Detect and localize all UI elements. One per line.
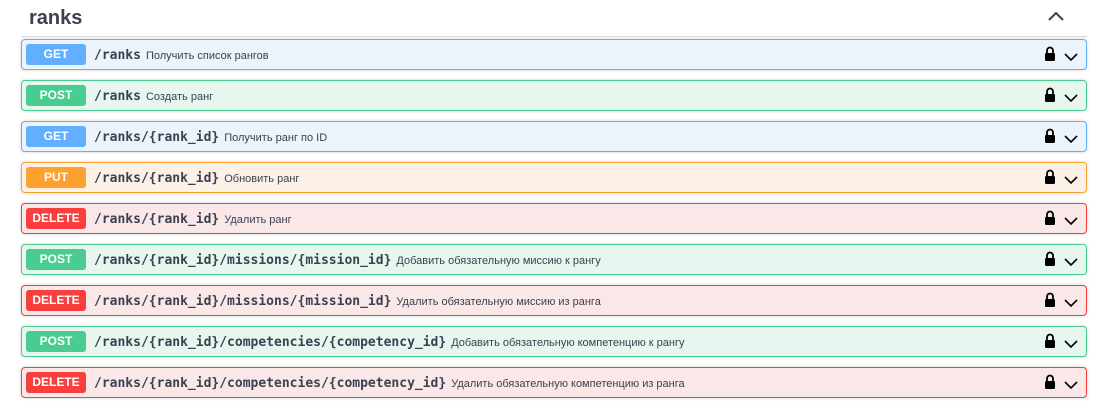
operation-summary: Получить список рангов xyxy=(145,50,269,62)
operation-path: /ranks/{rank_id}/missions/{mission_id} До… xyxy=(94,249,601,271)
path-text: /ranks xyxy=(94,89,141,104)
chevron-down-icon[interactable] xyxy=(1064,213,1078,226)
operation-path: /ranks/{rank_id}/competencies/{competenc… xyxy=(94,331,685,353)
operation-path: /ranks/{rank_id} Получить ранг по ID xyxy=(94,126,327,148)
lock-icon[interactable] xyxy=(1044,333,1056,349)
operation-summary: Добавить обязательную миссию к рангу xyxy=(396,255,601,267)
chevron-down-icon[interactable] xyxy=(1064,377,1078,390)
lock-icon[interactable] xyxy=(1044,374,1056,390)
method-badge: POST xyxy=(26,331,86,352)
operation-summary: Получить ранг по ID xyxy=(224,132,328,144)
lock-icon[interactable] xyxy=(1044,251,1056,267)
operation-path: /ranks/{rank_id}/competencies/{competenc… xyxy=(94,372,685,394)
operations-list: GET /ranks Получить список рангов POST /r… xyxy=(21,39,1087,408)
operation-summary: Добавить обязательную компетенцию к ранг… xyxy=(451,337,685,349)
lock-icon[interactable] xyxy=(1044,169,1056,185)
method-badge: DELETE xyxy=(26,208,86,229)
chevron-down-icon[interactable] xyxy=(1064,336,1078,349)
method-badge: PUT xyxy=(26,167,86,188)
method-badge: POST xyxy=(26,249,86,270)
operation-row[interactable]: PUT /ranks/{rank_id} Обновить ранг xyxy=(21,162,1087,193)
method-badge: DELETE xyxy=(26,372,86,393)
operation-summary: Создать ранг xyxy=(145,91,214,103)
method-badge: GET xyxy=(26,126,86,147)
section-title: ranks xyxy=(29,7,83,29)
lock-icon[interactable] xyxy=(1044,87,1056,103)
chevron-down-icon[interactable] xyxy=(1064,131,1078,144)
chevron-down-icon[interactable] xyxy=(1064,172,1078,185)
operation-path: /ranks/{rank_id} Удалить ранг xyxy=(94,208,292,230)
operation-summary: Удалить обязательную миссию из ранга xyxy=(396,296,601,308)
section-header[interactable]: ranks xyxy=(21,0,1087,37)
operation-path: /ranks Создать ранг xyxy=(94,85,213,107)
operation-path: /ranks/{rank_id}/missions/{mission_id} Уд… xyxy=(94,290,601,312)
lock-icon[interactable] xyxy=(1044,292,1056,308)
operation-row[interactable]: GET /ranks Получить список рангов xyxy=(21,39,1087,70)
operation-row[interactable]: DELETE /ranks/{rank_id}/competencies/{co… xyxy=(21,367,1087,398)
operation-row[interactable]: POST /ranks/{rank_id}/missions/{mission_… xyxy=(21,244,1087,275)
lock-icon[interactable] xyxy=(1044,46,1056,62)
method-badge: GET xyxy=(26,44,86,65)
lock-icon[interactable] xyxy=(1044,128,1056,144)
path-text: /ranks/{rank_id} xyxy=(94,212,220,227)
ranks-section: ranks GET /ranks Получить список рангов P… xyxy=(0,0,1107,413)
path-text: /ranks/{rank_id}/missions/{mission_id} xyxy=(94,253,392,268)
operation-row[interactable]: POST /ranks Создать ранг xyxy=(21,80,1087,111)
operation-summary: Удалить обязательную компетенцию из ранг… xyxy=(451,378,685,390)
method-badge: POST xyxy=(26,85,86,106)
chevron-down-icon[interactable] xyxy=(1064,295,1078,308)
path-text: /ranks/{rank_id}/competencies/{competenc… xyxy=(94,376,447,391)
operation-path: /ranks/{rank_id} Обновить ранг xyxy=(94,167,299,189)
chevron-down-icon[interactable] xyxy=(1064,49,1078,62)
operation-row[interactable]: DELETE /ranks/{rank_id} Удалить ранг xyxy=(21,203,1087,234)
operation-summary: Удалить ранг xyxy=(224,214,292,226)
lock-icon[interactable] xyxy=(1044,210,1056,226)
method-badge: DELETE xyxy=(26,290,86,311)
chevron-up-icon[interactable] xyxy=(1045,8,1067,26)
path-text: /ranks/{rank_id}/missions/{mission_id} xyxy=(94,294,392,309)
operation-path: /ranks Получить список рангов xyxy=(94,44,269,66)
operation-row[interactable]: GET /ranks/{rank_id} Получить ранг по ID xyxy=(21,121,1087,152)
path-text: /ranks/{rank_id} xyxy=(94,130,220,145)
operation-row[interactable]: DELETE /ranks/{rank_id}/missions/{missio… xyxy=(21,285,1087,316)
operation-row[interactable]: POST /ranks/{rank_id}/competencies/{comp… xyxy=(21,326,1087,357)
path-text: /ranks/{rank_id}/competencies/{competenc… xyxy=(94,335,447,350)
path-text: /ranks/{rank_id} xyxy=(94,171,220,186)
path-text: /ranks xyxy=(94,48,141,63)
operation-summary: Обновить ранг xyxy=(224,173,300,185)
chevron-down-icon[interactable] xyxy=(1064,90,1078,103)
chevron-down-icon[interactable] xyxy=(1064,254,1078,267)
